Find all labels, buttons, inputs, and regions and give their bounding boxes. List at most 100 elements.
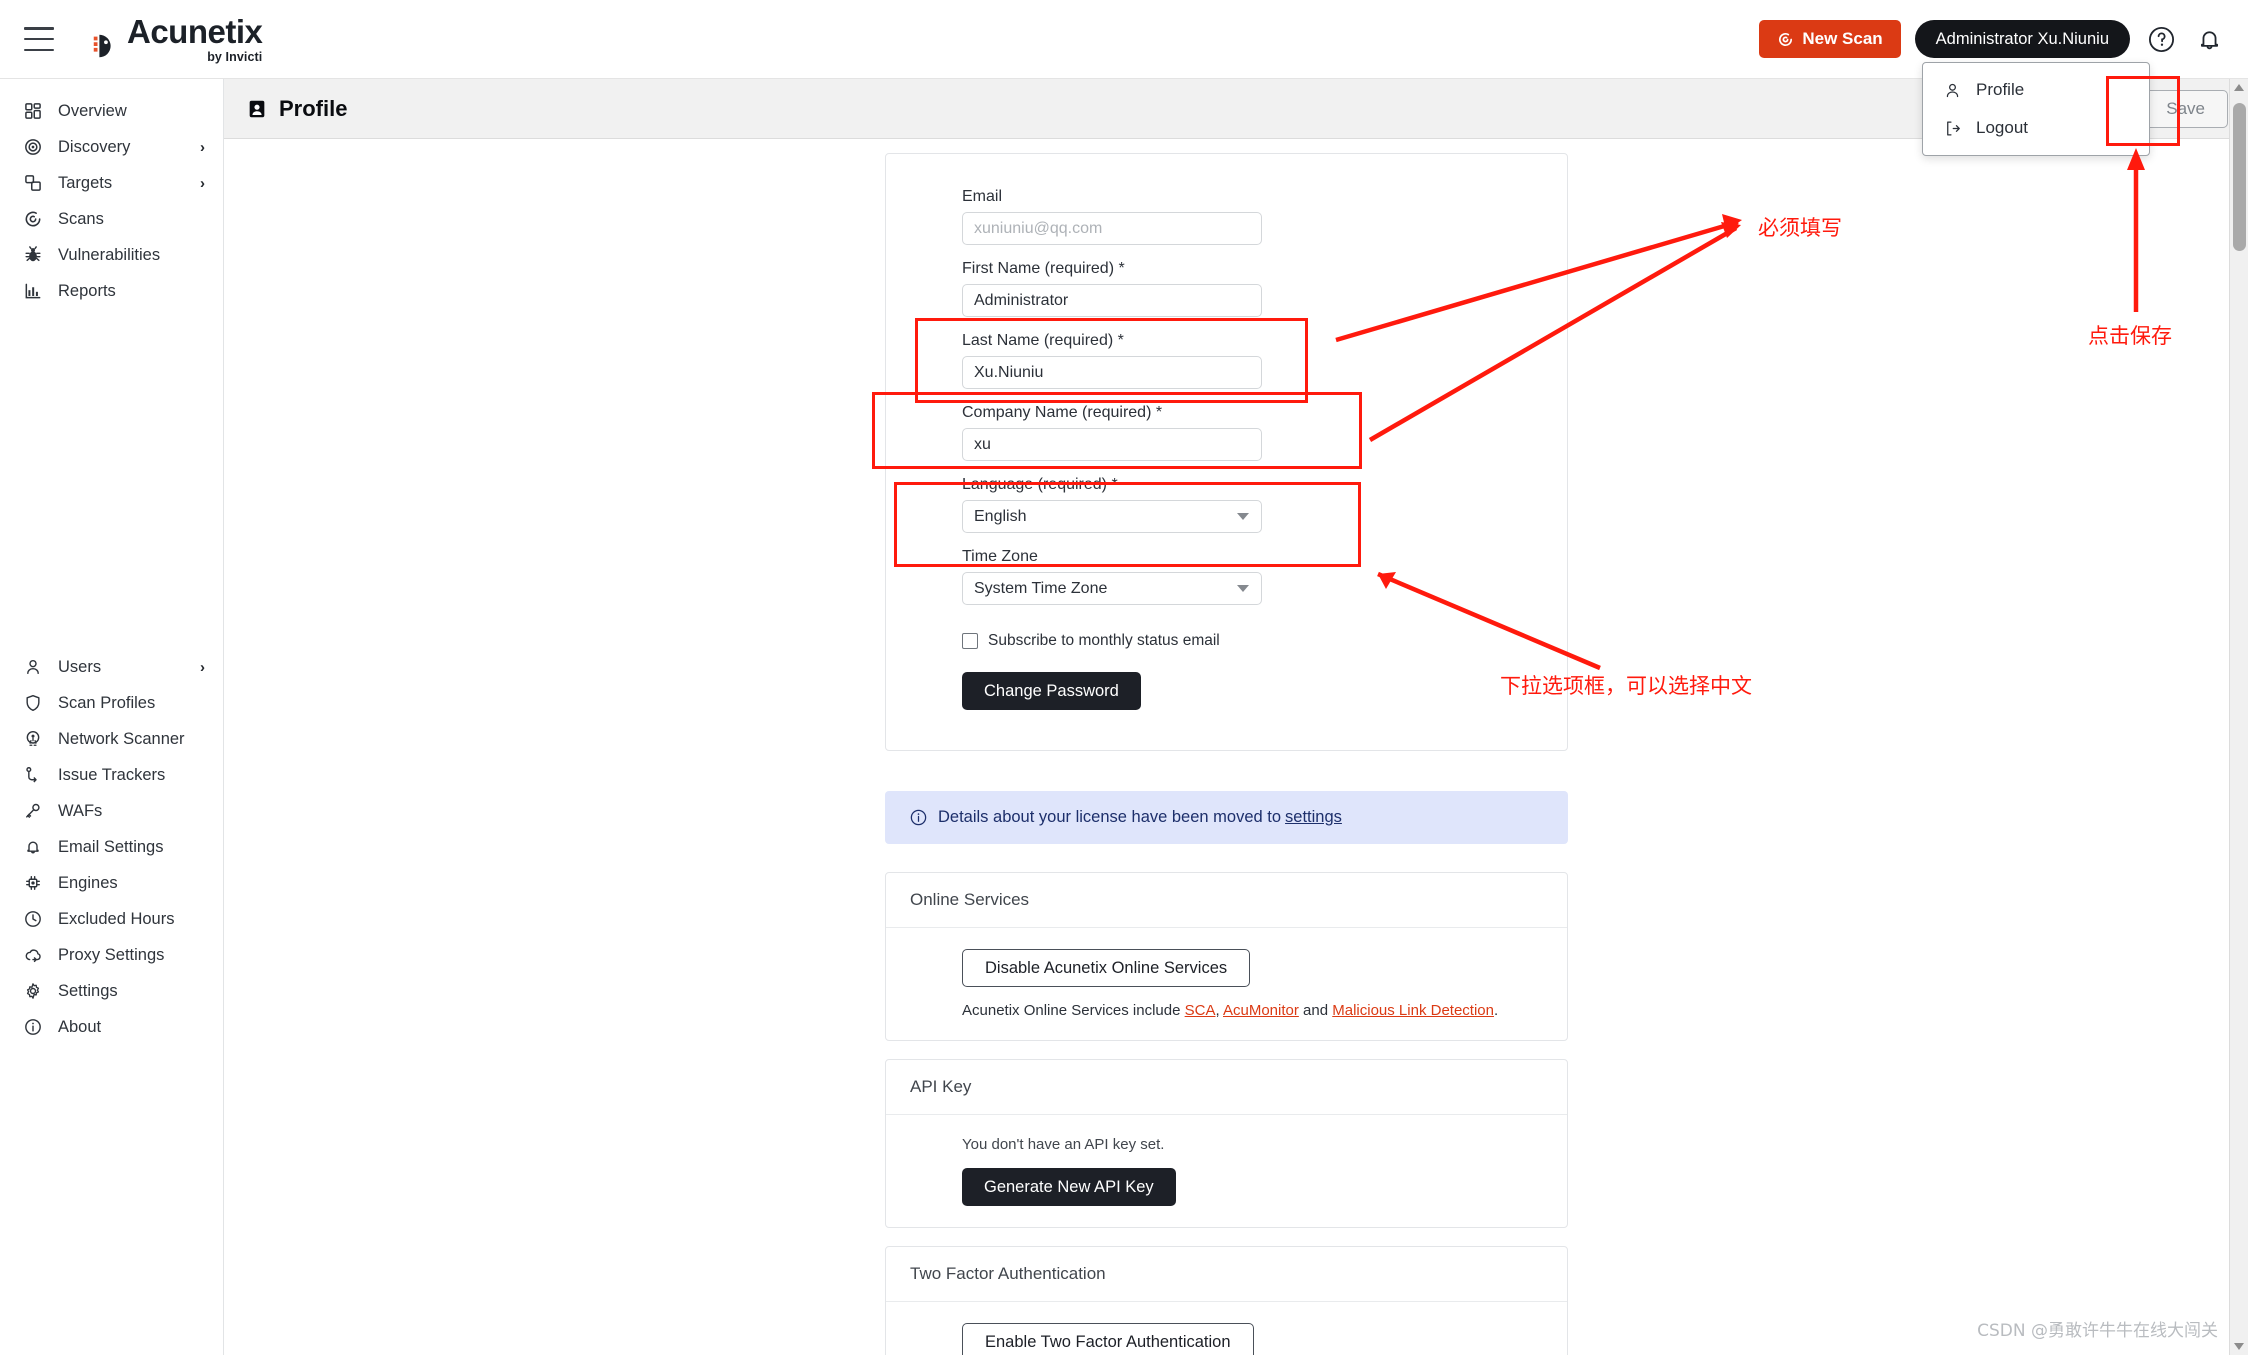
subscribe-row: Subscribe to monthly status email [962,632,1567,650]
acumonitor-link[interactable]: AcuMonitor [1223,1002,1299,1019]
sidebar-item-email-settings[interactable]: Email Settings [0,829,223,865]
sidebar-item-discovery[interactable]: Discovery › [0,129,223,165]
network-icon [22,728,44,750]
last-name-input[interactable] [962,356,1262,389]
first-name-input[interactable] [962,284,1262,317]
grid-icon [22,100,44,122]
sidebar-item-vulnerabilities[interactable]: Vulnerabilities [0,237,223,273]
chevron-right-icon: › [200,138,205,156]
sidebar-label-issue-trackers: Issue Trackers [58,765,166,784]
save-button[interactable]: Save [2143,89,2228,128]
sidebar-item-engines[interactable]: Engines [0,865,223,901]
scan-icon [22,208,44,230]
company-name-input[interactable] [962,428,1262,461]
content-area: Email First Name (required) * Last Name … [224,139,2229,1355]
generate-api-key-button[interactable]: Generate New API Key [962,1168,1176,1206]
branch-icon [22,764,44,786]
field-timezone: Time Zone System Time Zone [962,548,1262,605]
brand-name: Acunetix [127,12,263,50]
sidebar-label-targets: Targets [58,173,113,192]
page-scrollbar[interactable] [2229,79,2248,1355]
api-key-heading: API Key [886,1060,1567,1115]
two-factor-heading: Two Factor Authentication [886,1247,1567,1302]
license-settings-link[interactable]: settings [1285,808,1342,827]
enable-two-factor-button[interactable]: Enable Two Factor Authentication [962,1323,1254,1355]
subscribe-checkbox[interactable] [962,633,978,649]
hamburger-icon[interactable] [24,27,54,51]
sidebar-label-settings: Settings [58,981,118,1000]
sidebar-item-wafs[interactable]: WAFs [0,793,223,829]
online-services-card: Online Services Disable Acunetix Online … [885,872,1568,1041]
layers-icon [22,172,44,194]
disable-online-services-button[interactable]: Disable Acunetix Online Services [962,949,1251,987]
subscribe-label: Subscribe to monthly status email [988,632,1220,649]
language-selected-value: English [974,507,1027,525]
sidebar-item-excluded-hours[interactable]: Excluded Hours [0,901,223,937]
sidebar-item-overview[interactable]: Overview [0,93,223,129]
logout-icon [1947,121,1960,135]
note-suffix: . [1493,1002,1499,1019]
notifications-button[interactable] [2192,22,2226,56]
profile-badge-icon [249,100,265,117]
sidebar-label-scans: Scans [58,209,104,228]
sidebar-item-about[interactable]: About [0,1009,223,1045]
brand-subtitle: by Invicti [207,49,263,64]
sidebar-item-users[interactable]: Users › [0,649,223,685]
sidebar-label-proxy-settings: Proxy Settings [58,945,165,964]
email-input[interactable] [962,212,1262,245]
note-sep1: , [1215,1002,1223,1019]
target-icon [22,136,44,158]
bug-icon [22,244,44,266]
field-last-name: Last Name (required) * [962,332,1262,389]
language-select[interactable]: English [962,500,1262,533]
online-services-body: Disable Acunetix Online Services Acuneti… [886,928,1567,1040]
menu-item-profile[interactable]: Profile [1923,71,2149,109]
chevron-down-icon [1237,585,1249,592]
api-key-card: API Key You don't have an API key set. G… [885,1059,1568,1228]
note-prefix: Acunetix Online Services include [962,1002,1185,1019]
new-scan-button[interactable]: New Scan [1759,20,1901,58]
online-services-note: Acunetix Online Services include SCA, Ac… [962,1002,1567,1019]
help-button[interactable] [2144,22,2178,56]
sidebar-item-issue-trackers[interactable]: Issue Trackers [0,757,223,793]
scroll-down-arrow-icon[interactable] [2234,1343,2244,1350]
sidebar-item-network-scanner[interactable]: Network Scanner [0,721,223,757]
page-title-label: Profile [279,95,348,121]
sidebar-item-proxy-settings[interactable]: Proxy Settings [0,937,223,973]
api-key-body: You don't have an API key set. Generate … [886,1115,1567,1227]
sidebar-label-excluded-hours: Excluded Hours [58,909,175,928]
chevron-right-icon: › [200,658,205,676]
new-scan-label: New Scan [1802,29,1883,48]
sidebar-label-reports: Reports [58,281,116,300]
email-label: Email [962,188,1003,205]
timezone-selected-value: System Time Zone [974,579,1108,597]
sidebar-item-targets[interactable]: Targets › [0,165,223,201]
change-password-button[interactable]: Change Password [962,672,1141,710]
sidebar-label-about: About [58,1017,102,1036]
menu-item-logout[interactable]: Logout [1923,109,2149,147]
key-icon [22,800,44,822]
sidebar-label-users: Users [58,657,102,676]
sidebar-item-reports[interactable]: Reports [0,273,223,309]
sca-link[interactable]: SCA [1185,1002,1216,1019]
api-key-empty-text: You don't have an API key set. [962,1136,1165,1153]
timezone-select[interactable]: System Time Zone [962,572,1262,605]
sidebar-item-scan-profiles[interactable]: Scan Profiles [0,685,223,721]
menu-item-profile-label: Profile [1976,80,2025,99]
cloud-arrow-icon [22,944,44,966]
field-email: Email [962,188,1262,245]
field-company-name: Company Name (required) * [962,404,1262,461]
sidebar-item-scans[interactable]: Scans [0,201,223,237]
user-menu-button[interactable]: Administrator Xu.Niuniu [1914,20,2130,58]
chevron-down-icon [1237,513,1249,520]
scrollbar-thumb[interactable] [2233,103,2246,251]
two-factor-wrap: Two Factor Authentication Enable Two Fac… [885,1246,1568,1355]
info-circle-icon [910,809,927,826]
scroll-up-arrow-icon[interactable] [2234,84,2244,91]
company-name-label: Company Name (required) * [962,404,1163,421]
malicious-link-detection-link[interactable]: Malicious Link Detection [1332,1002,1494,1019]
note-sep2: and [1298,1002,1333,1019]
sidebar-item-settings[interactable]: Settings [0,973,223,1009]
sidebar-label-engines: Engines [58,873,118,892]
clock-icon [22,908,44,930]
